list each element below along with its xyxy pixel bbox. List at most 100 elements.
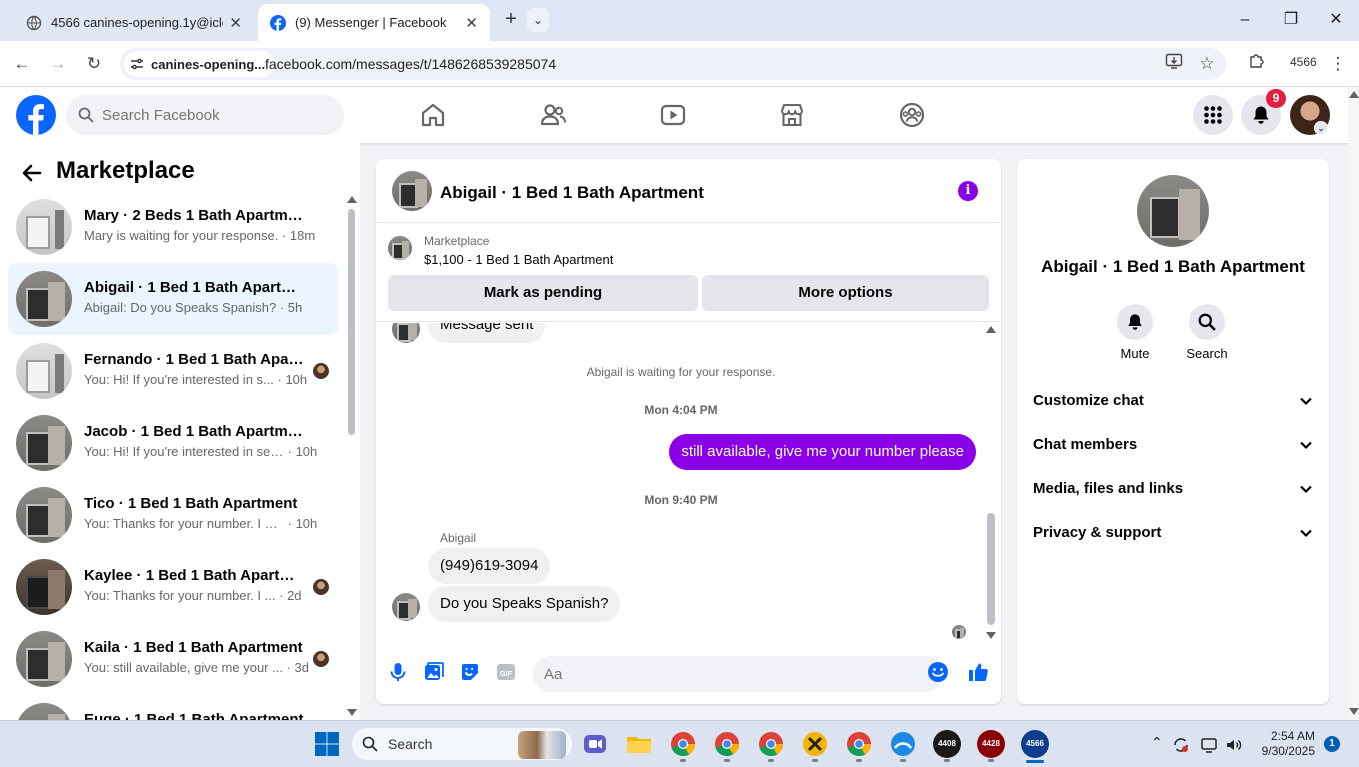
profile-app-icon[interactable]	[889, 730, 917, 758]
network-icon[interactable]	[1200, 736, 1218, 754]
scroll-down-arrow-icon[interactable]	[986, 632, 996, 639]
windows-start-icon[interactable]	[313, 730, 341, 758]
chrome-icon[interactable]	[669, 730, 697, 758]
listing-thumbnail[interactable]	[388, 236, 412, 260]
scroll-up-arrow-icon[interactable]	[986, 326, 996, 333]
thumbs-up-icon[interactable]	[967, 661, 989, 683]
microphone-icon[interactable]	[387, 661, 409, 683]
scroll-down-arrow-icon[interactable]	[1349, 708, 1359, 715]
video-icon[interactable]	[659, 101, 687, 129]
conversation-item[interactable]: Kaylee · 1 Bed 1 Bath Apartment You: Than…	[8, 551, 338, 623]
message-input[interactable]	[533, 656, 943, 692]
menu-grid-button[interactable]	[1193, 95, 1233, 135]
forward-arrow-icon[interactable]: →	[46, 52, 70, 76]
preview-text: You: Hi! If you're interested in s...	[84, 372, 274, 387]
site-info-chip[interactable]: canines-opening...	[124, 51, 275, 77]
sender-name: Abigail	[440, 531, 477, 545]
emoji-icon[interactable]	[927, 661, 949, 683]
home-icon[interactable]	[419, 101, 447, 129]
preview-time: 18m	[289, 228, 316, 243]
contact-avatar[interactable]	[1137, 175, 1209, 247]
address-bar[interactable]: canines-opening... facebook.com/messages…	[120, 48, 1226, 80]
conversation-item[interactable]: Jacob · 1 Bed 1 Bath Apartment You: Hi! I…	[8, 407, 338, 479]
chrome-profile-icon[interactable]	[845, 730, 873, 758]
close-tab-icon[interactable]: ✕	[229, 14, 242, 32]
search-icon	[1198, 313, 1216, 331]
system-clock[interactable]: 2:54 AM 9/30/2025	[1253, 729, 1315, 759]
photo-icon[interactable]	[423, 661, 445, 683]
video-call-app-icon[interactable]	[581, 730, 609, 758]
more-options-button[interactable]: More options	[702, 275, 989, 311]
search-highlight-image-icon[interactable]	[518, 731, 566, 759]
x-app-icon[interactable]	[801, 730, 829, 758]
browser-tab-messenger[interactable]: (9) Messenger | Facebook ✕	[258, 4, 490, 41]
extensions-puzzle-icon[interactable]	[1245, 52, 1269, 76]
conversation-item[interactable]: Abigail · 1 Bed 1 Bath Apartment Abigail:…	[8, 263, 338, 335]
bookmark-star-icon[interactable]: ☆	[1195, 52, 1219, 76]
conversation-item[interactable]: Euge · 1 Bed 1 Bath Apartment	[8, 695, 338, 720]
app-4408-icon[interactable]: 4408	[933, 730, 961, 758]
volume-icon[interactable]	[1225, 736, 1243, 754]
close-window-icon[interactable]: ✕	[1321, 6, 1351, 34]
chat-scrollbar-thumb[interactable]	[987, 513, 995, 625]
media-files-links-section[interactable]: Media, files and links	[1025, 467, 1321, 511]
tab-search-chevron-icon[interactable]: ⌄	[527, 8, 549, 32]
notification-center-badge[interactable]: 1	[1324, 736, 1340, 752]
sidebar-scrollbar-thumb[interactable]	[348, 209, 355, 435]
app-4428-icon[interactable]: 4428	[977, 730, 1005, 758]
timestamp-divider: Mon 4:04 PM	[644, 403, 718, 417]
scroll-up-arrow-icon[interactable]	[347, 196, 357, 203]
back-arrow-icon[interactable]: ←	[10, 52, 34, 76]
facebook-search-bar[interactable]	[66, 95, 344, 135]
running-indicator	[944, 759, 950, 762]
browser-tab-icloud[interactable]: 4566 canines-opening.1y@iclou ✕	[14, 4, 254, 41]
file-explorer-icon[interactable]	[625, 730, 653, 758]
preview-separator: ·	[275, 588, 288, 603]
tray-overflow-chevron-icon[interactable]: ⌃	[1151, 734, 1163, 751]
mark-as-pending-button[interactable]: Mark as pending	[388, 275, 698, 311]
gif-icon[interactable]: GIF	[495, 661, 517, 683]
timestamp-divider: Mon 9:40 PM	[644, 493, 718, 507]
message-avatar[interactable]	[392, 593, 420, 621]
info-icon[interactable]: i	[958, 181, 978, 201]
scroll-down-arrow-icon[interactable]	[347, 709, 357, 716]
privacy-support-section[interactable]: Privacy & support	[1025, 511, 1321, 555]
chrome-profile-icon[interactable]	[713, 730, 741, 758]
new-tab-button[interactable]: +	[500, 8, 522, 32]
groups-icon[interactable]	[898, 101, 926, 129]
conversation-item[interactable]: Fernando · 1 Bed 1 Bath Apart... You: Hi!…	[8, 335, 338, 407]
friends-icon[interactable]	[539, 101, 567, 129]
browser-menu-icon[interactable]: ⋮	[1326, 52, 1350, 76]
reload-icon[interactable]: ↻	[82, 52, 106, 76]
facebook-logo-icon[interactable]	[16, 95, 56, 135]
sticker-icon[interactable]	[459, 661, 481, 683]
chat-avatar[interactable]	[392, 171, 432, 211]
conversation-item[interactable]: Tico · 1 Bed 1 Bath Apartment You: Thanks…	[8, 479, 338, 551]
mute-button[interactable]: Mute	[1105, 304, 1165, 361]
sync-icon[interactable]	[1172, 736, 1190, 754]
install-app-icon[interactable]	[1162, 52, 1186, 76]
listing-thumbnail	[16, 631, 72, 687]
page-scrollbar[interactable]	[1348, 87, 1359, 720]
facebook-search-input[interactable]	[102, 106, 322, 124]
close-tab-icon[interactable]: ✕	[465, 14, 478, 32]
marketplace-icon[interactable]	[778, 101, 806, 129]
message-bubble-incoming: Message sent	[428, 323, 546, 343]
chevron-down-icon	[1300, 397, 1312, 406]
search-in-chat-button[interactable]: Search	[1177, 304, 1237, 361]
maximize-window-icon[interactable]: ❐	[1276, 6, 1306, 34]
account-chevron-icon[interactable]: ⌄	[1314, 121, 1328, 135]
back-arrow-icon[interactable]	[20, 161, 44, 185]
chrome-profile-icon[interactable]	[757, 730, 785, 758]
chat-members-section[interactable]: Chat members	[1025, 423, 1321, 467]
app-4566-icon[interactable]: 4566	[1021, 730, 1049, 758]
minimize-window-icon[interactable]: –	[1230, 6, 1260, 34]
conversation-item[interactable]: Kaila · 1 Bed 1 Bath Apartment You: still…	[8, 623, 338, 695]
customize-chat-section[interactable]: Customize chat	[1025, 379, 1321, 423]
profile-label[interactable]: 4566	[1290, 55, 1317, 69]
listing-title[interactable]: $1,100 - 1 Bed 1 Bath Apartment	[424, 252, 613, 267]
search-icon	[78, 107, 94, 123]
scroll-up-arrow-icon[interactable]	[1349, 91, 1359, 98]
chat-title[interactable]: Abigail · 1 Bed 1 Bath Apartment	[440, 183, 704, 203]
conversation-item[interactable]: Mary · 2 Beds 1 Bath Apartment Mary is wa…	[8, 191, 338, 263]
